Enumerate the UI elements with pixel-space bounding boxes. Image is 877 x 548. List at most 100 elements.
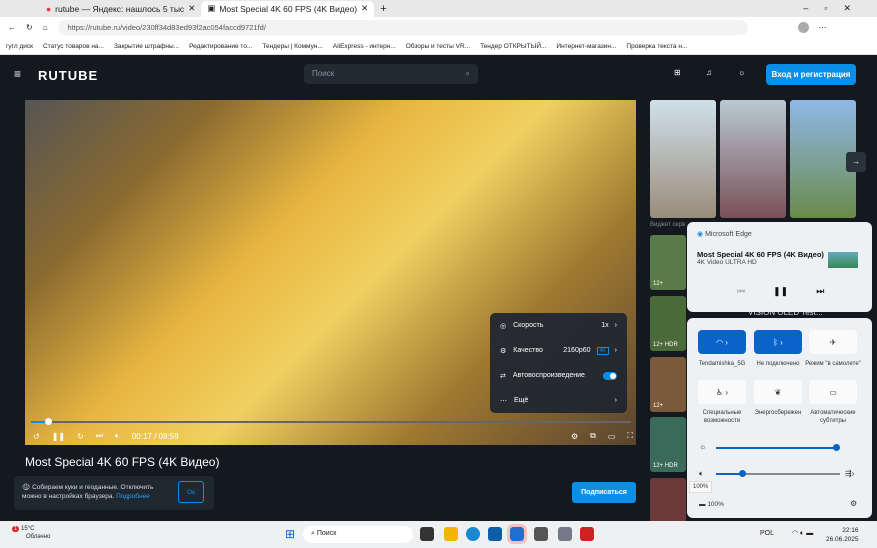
edge-taskbar-icon[interactable] xyxy=(466,527,480,541)
bookmark-8[interactable]: Интернет-магазин... xyxy=(556,43,616,50)
explorer-icon[interactable] xyxy=(444,527,458,541)
bell-icon[interactable]: ♫ xyxy=(706,68,712,77)
more-icon[interactable]: ⋯ xyxy=(819,23,827,32)
cookie-ok-button[interactable]: Ок xyxy=(178,481,204,503)
bookmark-6[interactable]: Обзоры и тесты VR... xyxy=(406,43,470,50)
menu-more[interactable]: ⋯ Ещё › xyxy=(490,388,627,413)
store-icon[interactable] xyxy=(488,527,502,541)
media-flyout: ◉ Microsoft Edge Most Special 4K 60 FPS … xyxy=(687,222,872,312)
bookmark-4[interactable]: Тендеры | Коммун... xyxy=(262,43,322,50)
cookie-banner: 🍪︎ Собираем куки и геоданные. Отключить … xyxy=(14,476,214,510)
list-item-3[interactable]: 12+ xyxy=(650,357,686,412)
cookie-more-link[interactable]: Подробнее xyxy=(116,493,150,500)
search-icon[interactable]: ⌕ xyxy=(466,69,470,79)
theater-icon[interactable]: ▭ xyxy=(608,432,616,441)
bluetooth-tile[interactable]: ᛒ › xyxy=(754,330,802,354)
next-icon[interactable]: ⏭ xyxy=(96,431,103,441)
pip-icon[interactable]: ⧉ xyxy=(590,431,596,441)
theme-icon[interactable]: ☼ xyxy=(738,68,745,77)
next-arrow-button[interactable]: → xyxy=(846,152,866,172)
weather-widget[interactable]: 1 15°C Облачно xyxy=(12,525,50,541)
close-tab-icon[interactable]: ✕ xyxy=(361,3,368,14)
accessibility-tile[interactable]: ♿︎ › xyxy=(698,380,746,404)
bookmark-2[interactable]: Закрытие штрафны... xyxy=(114,43,179,50)
upload-icon[interactable]: ⊞ xyxy=(674,68,681,77)
menu-autoplay[interactable]: ⇄ Автовоспроизведение xyxy=(490,363,627,388)
rutube-icon: ▣ xyxy=(207,3,216,13)
login-button[interactable]: Вход и регистрация xyxy=(766,64,856,85)
autoplay-toggle[interactable] xyxy=(603,371,617,380)
progress-handle[interactable] xyxy=(45,418,52,425)
rewind-icon[interactable]: ↺ xyxy=(33,432,40,441)
audio-output-icon[interactable]: ⇶› xyxy=(845,469,854,478)
cookie-icon: 🍪︎ xyxy=(22,484,31,491)
brightness-slider[interactable] xyxy=(716,447,836,449)
fullscreen-icon[interactable]: ⛶ xyxy=(627,431,633,441)
window-controls[interactable]: –▫✕ xyxy=(803,3,867,14)
outlook-icon[interactable] xyxy=(507,524,527,544)
video-player[interactable]: ◎ Скорость 1x › ⚙ Качество 2160p60 4K › ⇄ Автово… xyxy=(25,100,636,445)
tab-bar: ● rutube — Яндекс: нашлось 5 тыс ✕ ▣ Most S… xyxy=(0,0,877,17)
airplane-tile[interactable]: ✈ xyxy=(809,330,857,354)
brightness-handle[interactable] xyxy=(833,444,840,451)
network-volume-battery-icons[interactable]: ◠ 🔈︎ ▬ xyxy=(792,529,813,538)
battery-icon: ▬ xyxy=(699,501,706,508)
volume-tooltip: 100% xyxy=(689,481,713,493)
captions-tile[interactable]: ▭ xyxy=(809,380,857,404)
bookmark-3[interactable]: Редактирование то... xyxy=(189,43,252,50)
shorts-thumb-1[interactable] xyxy=(650,100,716,218)
clock[interactable]: 22:16 26.06.2025 xyxy=(826,526,859,544)
menu-icon[interactable]: ≡ xyxy=(14,67,21,81)
forward-icon[interactable]: ↻ xyxy=(77,432,84,441)
home-icon[interactable]: ⌂ xyxy=(43,23,48,32)
logo[interactable]: RUTUBE xyxy=(38,68,98,83)
taskview-icon[interactable] xyxy=(420,527,434,541)
quality-settings-icon[interactable]: ⚙ xyxy=(571,432,578,441)
bookmark-5[interactable]: AliExpress - интерн... xyxy=(333,43,396,50)
menu-quality[interactable]: ⚙ Качество 2160p60 4K › xyxy=(490,338,627,363)
bookmark-7[interactable]: Тендер ОТКРЫТЫЙ... xyxy=(480,43,546,50)
wifi-tile[interactable]: ◠ › xyxy=(698,330,746,354)
wifi-icon: ◠ › xyxy=(716,337,728,347)
tab-rutube[interactable]: ▣ Most Special 4K 60 FPS (4K Видео) ✕ xyxy=(201,0,375,17)
url-input[interactable]: https://rutube.ru/video/230ff34d83ed93f2… xyxy=(57,20,748,35)
list-item-2[interactable]: 12+ HDR xyxy=(650,296,686,351)
tab-yandex[interactable]: ● rutube — Яндекс: нашлось 5 тыс ✕ xyxy=(40,1,201,17)
search-input[interactable]: Поиск ⌕ xyxy=(304,64,478,84)
list-item-1[interactable]: 12+ xyxy=(650,235,686,290)
language-indicator[interactable]: POL xyxy=(760,530,774,537)
app-icon[interactable] xyxy=(534,527,548,541)
previous-icon[interactable]: ⏮ xyxy=(737,286,745,297)
bookmarks-bar: гугл диск Статус товаров на... Закрытие … xyxy=(0,38,877,55)
volume-icon: 🔈︎ xyxy=(699,469,704,478)
list-item-4[interactable]: 12+ HDR xyxy=(650,417,686,472)
pause-icon[interactable]: ❚❚ xyxy=(52,432,65,441)
taskbar-search[interactable]: ⌕ Поиск xyxy=(303,526,413,543)
back-icon[interactable]: ← xyxy=(8,23,16,32)
bookmark-1[interactable]: Статус товаров на... xyxy=(43,43,104,50)
new-tab-button[interactable]: + xyxy=(380,3,386,15)
bookmark-9[interactable]: Проверка текста н... xyxy=(626,43,687,50)
refresh-icon[interactable]: ↻ xyxy=(26,23,33,32)
progress-bar[interactable] xyxy=(31,421,631,423)
energy-saver-tile[interactable]: ❦ xyxy=(754,380,802,404)
volume-handle[interactable] xyxy=(739,470,746,477)
profile-avatar[interactable] xyxy=(797,22,809,33)
pause-icon[interactable]: ❚❚ xyxy=(773,286,788,297)
quick-settings: ◠ › ᛒ › ✈ Tendamishka_5G Не подключено Р… xyxy=(687,318,872,518)
site-header: ≡ RUTUBE Поиск ⌕ ⊞ ♫ ☼ Вход и регистрация xyxy=(0,55,877,95)
next-icon[interactable]: ⏭ xyxy=(816,286,824,297)
dots-icon: ⋯ xyxy=(500,397,507,405)
settings-gear-icon[interactable]: ⚙ xyxy=(850,499,857,508)
bookmark-0[interactable]: гугл диск xyxy=(6,43,33,50)
pdf-app-icon[interactable] xyxy=(580,527,594,541)
menu-speed[interactable]: ◎ Скорость 1x › xyxy=(490,313,627,338)
close-tab-icon[interactable]: ✕ xyxy=(188,3,195,14)
windows-start-icon[interactable]: ⊞ xyxy=(285,527,295,541)
edge-icon: ◉ xyxy=(697,231,704,238)
subscribe-button[interactable]: Подписаться xyxy=(572,482,636,503)
settings-app-icon[interactable] xyxy=(558,527,572,541)
volume-icon[interactable]: 🔈︎ xyxy=(115,431,120,441)
shorts-thumb-2[interactable] xyxy=(720,100,786,218)
airplane-icon: ✈ xyxy=(829,337,837,347)
